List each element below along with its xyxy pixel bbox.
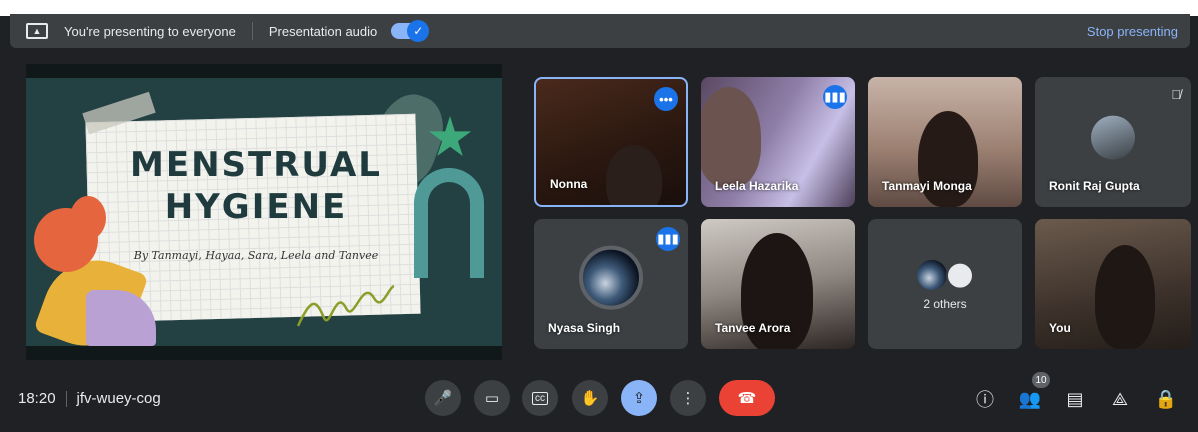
shared-slide: MENSTRUAL HYGIENE By Tanmayi, Hayaa, Sar… — [26, 64, 502, 360]
banner-divider — [251, 22, 253, 40]
squiggle-decoration — [296, 284, 395, 327]
captions-icon: cc — [532, 391, 548, 405]
chat-button[interactable]: ▤ — [1062, 386, 1088, 412]
stop-presenting-button[interactable]: Stop presenting — [1087, 24, 1178, 39]
meeting-time: 18:20 — [18, 390, 56, 407]
slide-canvas: MENSTRUAL HYGIENE By Tanmayi, Hayaa, Sar… — [26, 78, 502, 346]
slide-title-line2: HYGIENE — [164, 187, 348, 227]
participant-tile-leela[interactable]: ▮▮▮ Leela Hazarika — [701, 77, 855, 207]
mic-icon: 🎤 — [433, 390, 453, 407]
participant-tile-nonna[interactable]: ••• Nonna — [534, 77, 688, 207]
presenting-banner: ▲ You're presenting to everyone Presenta… — [10, 14, 1190, 48]
others-label: 2 others — [923, 297, 967, 311]
participant-video — [606, 145, 662, 205]
participant-video — [1095, 245, 1155, 349]
camera-button[interactable]: ▭ — [474, 380, 510, 416]
participant-name: You — [1049, 321, 1071, 335]
slide-title-line1: MENSTRUAL — [130, 145, 382, 185]
arch-decoration — [414, 168, 484, 278]
camera-icon: ▭ — [484, 390, 500, 407]
info-button[interactable]: ⓘ — [972, 386, 998, 412]
avatar — [579, 245, 643, 310]
participant-name: Leela Hazarika — [715, 179, 799, 193]
activities-button[interactable]: ⟁ — [1107, 386, 1133, 412]
host-controls-icon: 🔒 — [1154, 388, 1178, 409]
participant-name: Ronit Raj Gupta — [1049, 179, 1140, 193]
end-call-icon: ☎ — [737, 390, 757, 407]
raise-hand-button[interactable]: ✋ — [572, 380, 608, 416]
people-icon: 👥 — [1018, 388, 1042, 409]
raise-hand-icon: ✋ — [580, 390, 600, 407]
more-icon[interactable]: ••• — [654, 87, 678, 111]
slide-subtitle: By Tanmayi, Hayaa, Sara, Leela and Tanve… — [133, 249, 379, 262]
more-options-icon: ⋮ — [680, 390, 696, 407]
avatar — [917, 260, 947, 290]
speaking-icon: ▮▮▮ — [823, 85, 847, 109]
flower-petal-decoration — [70, 196, 106, 240]
people-button[interactable]: 👥 — [1017, 386, 1043, 412]
participant-name: Nyasa Singh — [548, 321, 621, 335]
meeting-info: 18:20 jfv-wuey-cog — [18, 390, 161, 407]
mic-button[interactable]: 🎤 — [425, 380, 461, 416]
participant-tile-ronit[interactable]: 🎙̸ Ronit Raj Gupta — [1035, 77, 1191, 207]
present-button[interactable]: ⇪ — [621, 380, 657, 416]
present-screen-icon: ▲ — [26, 23, 48, 39]
speaking-icon: ▮▮▮ — [656, 227, 680, 251]
chat-icon: ▤ — [1066, 388, 1084, 409]
participant-name: Tanmayi Monga — [882, 179, 972, 193]
participant-tile-others[interactable]: 2 others — [868, 219, 1022, 349]
meeting-code: jfv-wuey-cog — [76, 390, 161, 407]
participant-tile-nyasa[interactable]: ▮▮▮ Nyasa Singh — [534, 219, 688, 349]
presentation-audio-label: Presentation audio — [268, 23, 378, 39]
present-icon: ⇪ — [632, 390, 646, 407]
participant-video — [701, 87, 761, 187]
end-call-button[interactable]: ☎ — [719, 380, 775, 416]
participant-tile-you[interactable]: You — [1035, 219, 1191, 349]
people-count-badge: 10 — [1032, 372, 1050, 388]
presenting-status-text: You're presenting to everyone — [64, 23, 236, 39]
participant-tile-tanvee[interactable]: Tanvee Arora — [701, 219, 855, 349]
avatar — [946, 261, 974, 290]
slide-title: MENSTRUAL HYGIENE — [106, 144, 406, 228]
activities-icon: ⟁ — [1111, 388, 1129, 409]
captions-button[interactable]: cc — [522, 380, 558, 416]
participant-name: Nonna — [550, 177, 588, 191]
presentation-audio-toggle[interactable]: ✓ — [391, 20, 430, 42]
participant-tile-tanmayi[interactable]: Tanmayi Monga — [868, 77, 1022, 207]
mic-off-icon: 🎙̸ — [1171, 87, 1181, 102]
meeting-info-divider — [65, 390, 67, 407]
avatar — [1091, 115, 1135, 160]
more-options-button[interactable]: ⋮ — [670, 380, 706, 416]
info-icon: ⓘ — [976, 390, 994, 410]
participant-name: Tanvee Arora — [715, 321, 791, 335]
meet-app: ▲ You're presenting to everyone Presenta… — [0, 0, 1198, 432]
host-controls-button[interactable]: 🔒 — [1153, 386, 1179, 412]
check-icon: ✓ — [407, 20, 430, 42]
